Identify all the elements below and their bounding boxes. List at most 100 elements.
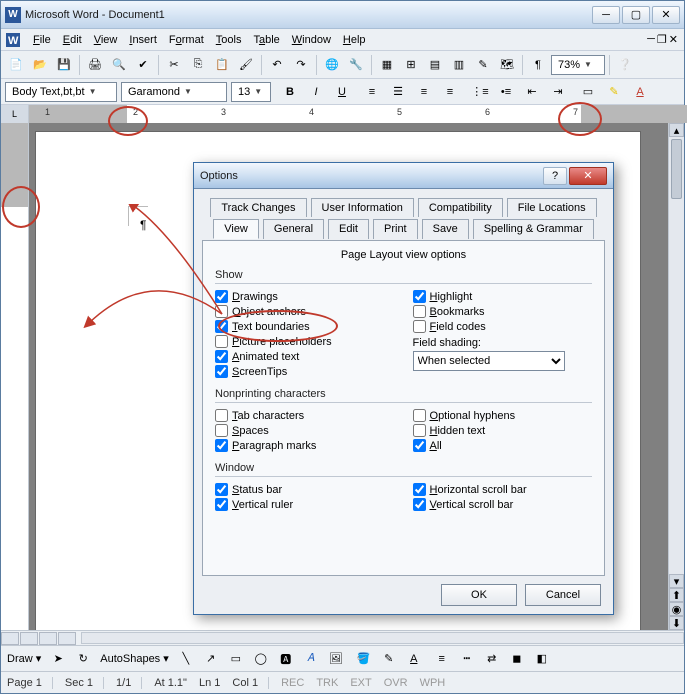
tab-general[interactable]: General	[263, 219, 324, 239]
outline-view-button[interactable]	[58, 632, 76, 645]
scroll-up-button[interactable]: ▴	[669, 123, 684, 137]
highlight-button[interactable]: ✎	[603, 81, 625, 103]
menu-window[interactable]: Window	[286, 32, 337, 48]
chk-nonprint-hidden-text[interactable]: Hidden text	[413, 424, 593, 437]
align-right-button[interactable]: ≡	[413, 81, 435, 103]
oval-button[interactable]: ◯	[250, 648, 272, 670]
dialog-close-button[interactable]: ✕	[569, 167, 607, 185]
chk-show-checkbox-2[interactable]	[215, 320, 228, 333]
show-hide-button[interactable]: ¶	[527, 54, 549, 76]
fill-color-button[interactable]: 🪣	[353, 648, 375, 670]
prev-page-button[interactable]: ⬆	[669, 588, 684, 602]
print-button[interactable]: 🖨	[84, 54, 106, 76]
chk-show-object-anchors[interactable]: Object anchors	[215, 305, 395, 318]
tab-print[interactable]: Print	[373, 219, 418, 239]
menu-format[interactable]: Format	[163, 32, 210, 48]
drawing-button[interactable]: ✎	[472, 54, 494, 76]
doc-restore-button[interactable]: ❐	[657, 33, 667, 46]
select-objects-button[interactable]: ➤	[47, 648, 69, 670]
chk-show-text-boundaries[interactable]: Text boundaries	[215, 320, 395, 333]
chk-nonprint-optional-hyphens[interactable]: Optional hyphens	[413, 409, 593, 422]
clipart-button[interactable]: 🖼	[325, 648, 347, 670]
bold-button[interactable]: B	[279, 81, 301, 103]
free-rotate-button[interactable]: ↻	[72, 648, 94, 670]
decrease-indent-button[interactable]: ⇤	[521, 81, 543, 103]
menu-insert[interactable]: Insert	[123, 32, 163, 48]
document-map-button[interactable]: 🗺	[496, 54, 518, 76]
copy-button[interactable]: ⎘	[187, 54, 209, 76]
autoshapes-menu[interactable]: AutoShapes ▾	[100, 652, 169, 665]
tab-edit[interactable]: Edit	[328, 219, 369, 239]
zoom-combo[interactable]: 73%▼	[551, 55, 605, 75]
chk-nonprint-all[interactable]: All	[413, 439, 593, 452]
status-trk[interactable]: TRK	[316, 677, 338, 689]
chk-window-status-bar[interactable]: Status bar	[215, 483, 395, 496]
dialog-titlebar[interactable]: Options ? ✕	[194, 163, 613, 189]
increase-indent-button[interactable]: ⇥	[547, 81, 569, 103]
underline-button[interactable]: U	[331, 81, 353, 103]
normal-view-button[interactable]	[1, 632, 19, 645]
arrow-style-button[interactable]: ⇄	[481, 648, 503, 670]
tab-view[interactable]: View	[213, 219, 259, 239]
tab-track-changes[interactable]: Track Changes	[210, 198, 306, 217]
align-left-button[interactable]: ≡	[361, 81, 383, 103]
dash-style-button[interactable]: ┅	[456, 648, 478, 670]
rectangle-button[interactable]: ▭	[225, 648, 247, 670]
excel-button[interactable]: ▤	[424, 54, 446, 76]
draw-menu[interactable]: Draw ▾	[7, 652, 41, 665]
wordart-button[interactable]: 𝐴	[300, 648, 322, 670]
print-preview-button[interactable]: 🔍	[108, 54, 130, 76]
line-style-button[interactable]: ≡	[431, 648, 453, 670]
chk-nonprint-checkbox-0[interactable]	[215, 409, 228, 422]
new-button[interactable]: 📄	[5, 54, 27, 76]
tab-spelling-grammar[interactable]: Spelling & Grammar	[473, 219, 594, 239]
textbox-button[interactable]: 🅰	[275, 648, 297, 670]
help-button[interactable]: ❔	[614, 54, 636, 76]
3d-button[interactable]: ◧	[531, 648, 553, 670]
font-color-button[interactable]: A	[629, 81, 651, 103]
vertical-scrollbar[interactable]: ▴ ▾ ⬆ ◉ ⬇	[668, 123, 684, 630]
chk-show-screentips[interactable]: ScreenTips	[215, 365, 395, 378]
line-button[interactable]: ╲	[175, 648, 197, 670]
spell-check-button[interactable]: ✔	[132, 54, 154, 76]
ok-button[interactable]: OK	[441, 584, 517, 606]
align-center-button[interactable]: ☰	[387, 81, 409, 103]
chk-nonprint-checkbox-1[interactable]	[215, 424, 228, 437]
horizontal-scrollbar[interactable]	[81, 632, 684, 644]
chk-show-checkbox-0[interactable]	[413, 290, 426, 303]
format-painter-button[interactable]: 🖌	[235, 54, 257, 76]
cancel-button[interactable]: Cancel	[525, 584, 601, 606]
chk-show-highlight[interactable]: Highlight	[413, 290, 593, 303]
chk-nonprint-checkbox-0[interactable]	[413, 409, 426, 422]
close-button[interactable]: ✕	[652, 6, 680, 24]
tab-compatibility[interactable]: Compatibility	[418, 198, 503, 217]
chk-nonprint-paragraph-marks[interactable]: Paragraph marks	[215, 439, 395, 452]
paste-button[interactable]: 📋	[211, 54, 233, 76]
maximize-button[interactable]: ▢	[622, 6, 650, 24]
chk-show-drawings[interactable]: Drawings	[215, 290, 395, 303]
line-color-button[interactable]: ✎	[378, 648, 400, 670]
chk-show-checkbox-2[interactable]	[413, 320, 426, 333]
doc-minimize-button[interactable]: ─	[647, 33, 655, 46]
pagelayout-view-button[interactable]	[39, 632, 57, 645]
chk-nonprint-spaces[interactable]: Spaces	[215, 424, 395, 437]
field-shading-select[interactable]: When selected	[413, 351, 565, 371]
borders-button[interactable]: ▭	[577, 81, 599, 103]
align-justify-button[interactable]: ≡	[439, 81, 461, 103]
tab-user-information[interactable]: User Information	[311, 198, 414, 217]
weblayout-view-button[interactable]	[20, 632, 38, 645]
status-rec[interactable]: REC	[281, 677, 304, 689]
undo-button[interactable]: ↶	[266, 54, 288, 76]
vertical-ruler[interactable]	[1, 123, 28, 630]
chk-show-field-codes[interactable]: Field codes	[413, 320, 593, 333]
menu-view[interactable]: View	[88, 32, 124, 48]
chk-window-checkbox-0[interactable]	[215, 483, 228, 496]
chk-show-bookmarks[interactable]: Bookmarks	[413, 305, 593, 318]
tables-borders-button[interactable]: ▦	[376, 54, 398, 76]
chk-nonprint-checkbox-1[interactable]	[413, 424, 426, 437]
chk-show-checkbox-1[interactable]	[215, 305, 228, 318]
status-wph[interactable]: WPH	[420, 677, 446, 689]
menu-help[interactable]: Help	[337, 32, 372, 48]
chk-show-checkbox-0[interactable]	[215, 290, 228, 303]
chk-window-checkbox-1[interactable]	[215, 498, 228, 511]
